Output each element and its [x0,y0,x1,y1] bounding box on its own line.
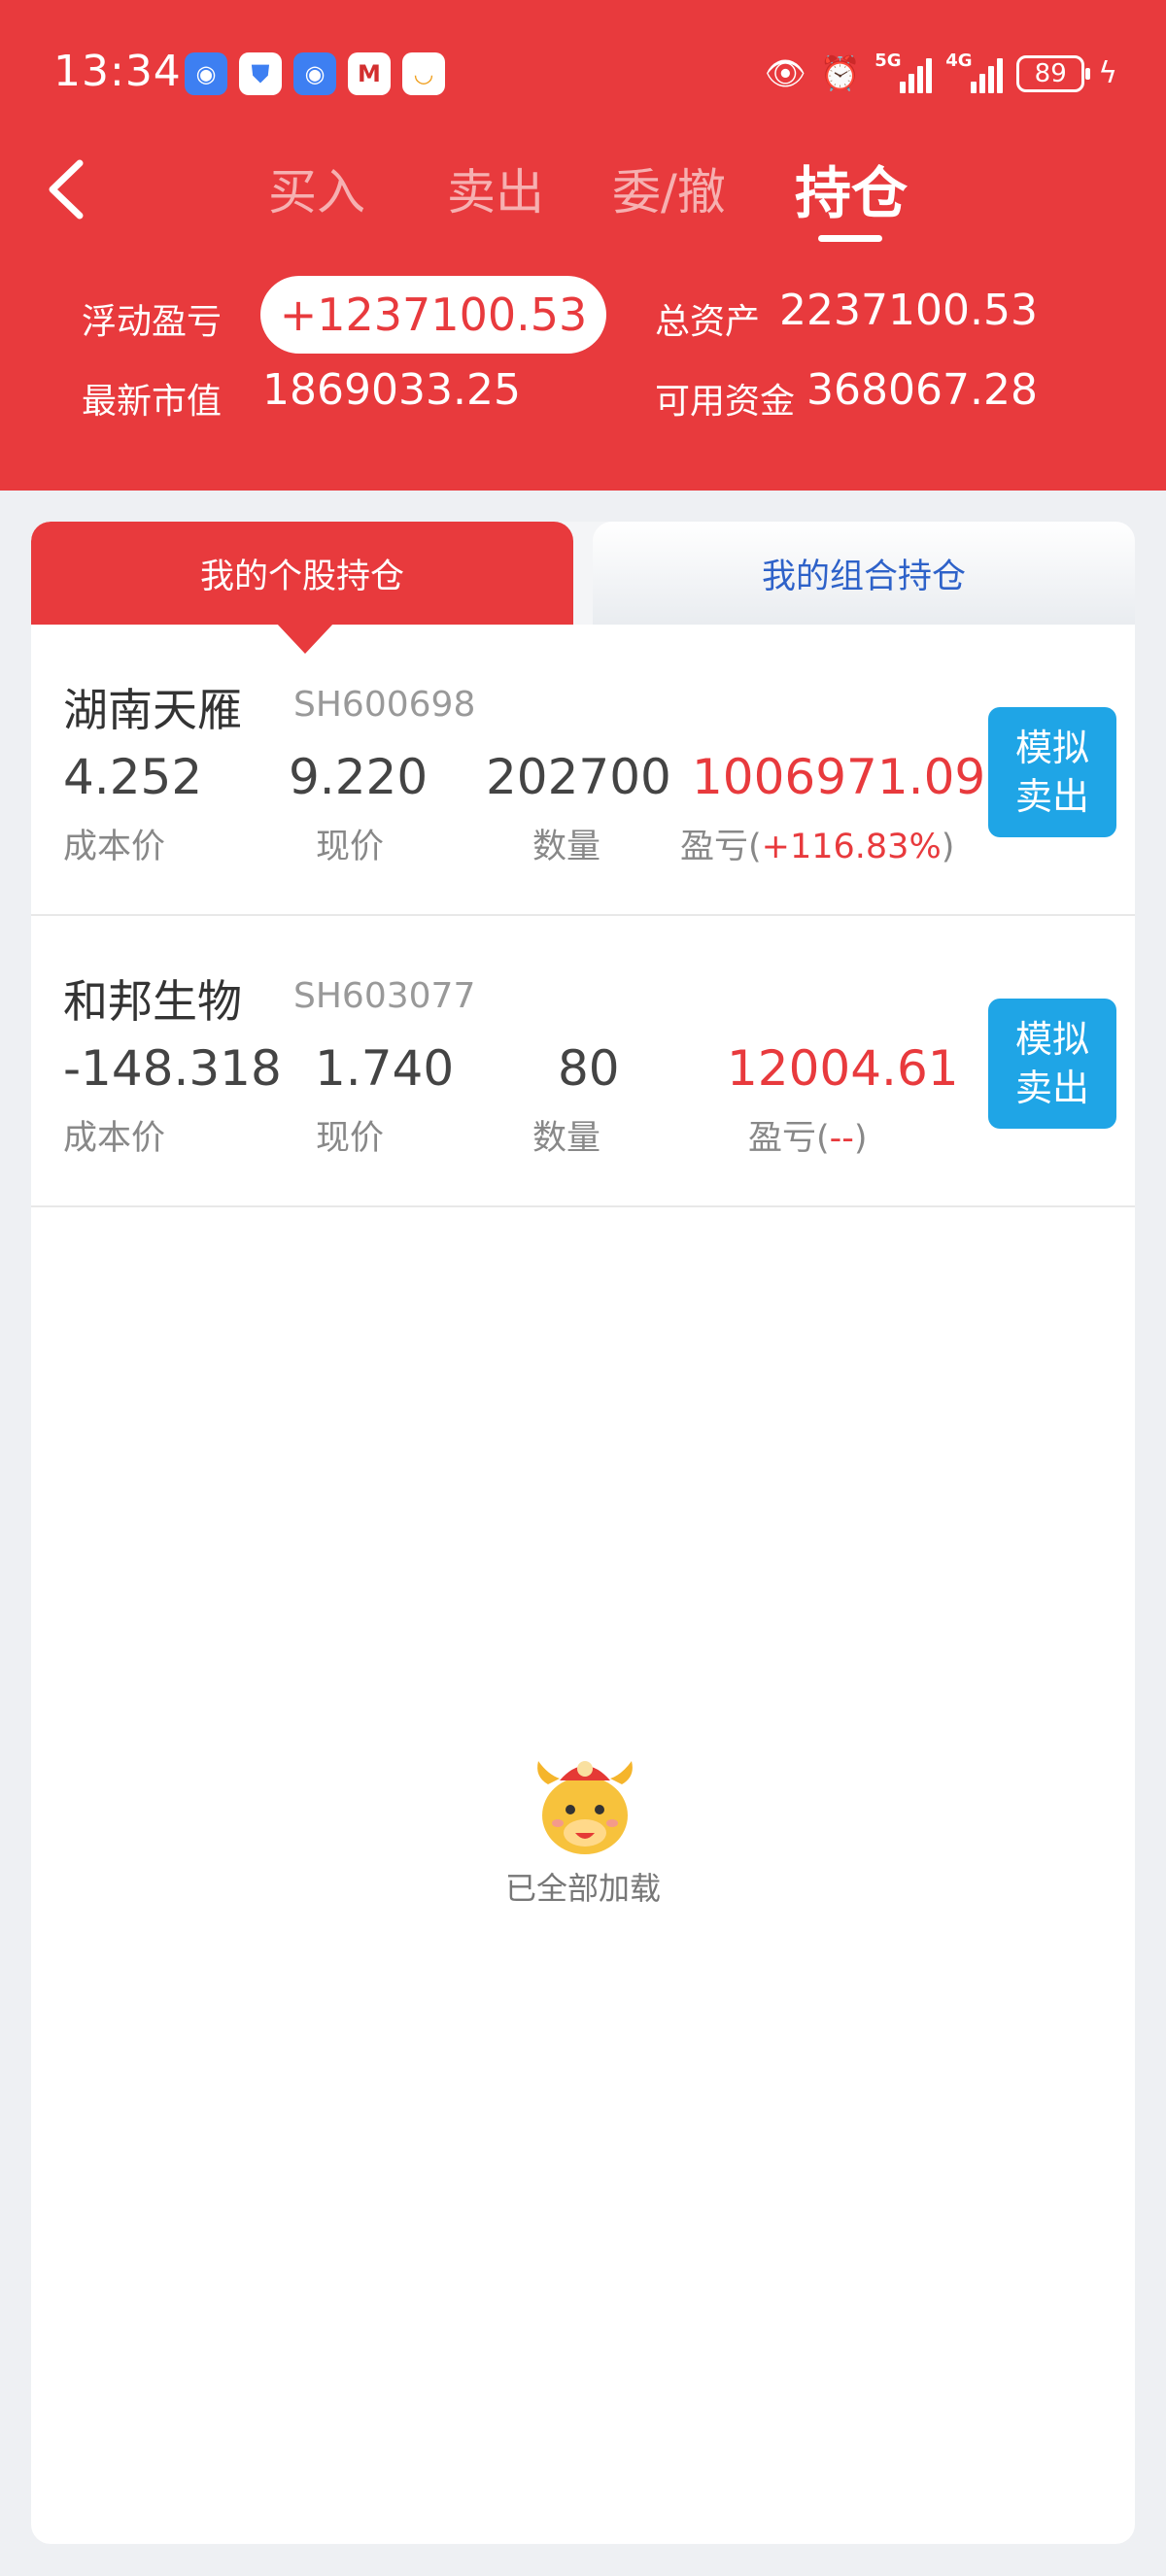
all-loaded-text: 已全部加载 [504,1870,661,1907]
simulated-sell-button[interactable]: 模拟 卖出 [988,707,1116,837]
app-header: 13:34 ◉ ⛊ ◉ M ◡ 👁 ⏰ 5G 4G 89 ϟ 买入 卖出 委/撤… [0,0,1166,491]
floating-pnl-label: 浮动盈亏 [82,302,223,342]
quantity-label: 数量 [532,1119,601,1158]
pnl-label-prefix: 盈亏( [748,1119,830,1158]
cost-price-label: 成本价 [63,1119,166,1158]
pnl-label-prefix: 盈亏( [680,828,762,866]
bull-mascot-icon [537,1761,633,1854]
system-icons: 👁 ⏰ 5G 4G 89 ϟ [764,51,1117,95]
tab-holdings[interactable]: 持仓 [795,148,908,229]
signal-5g-tag: 5G [874,51,902,71]
cost-price-value: -148.318 [63,1040,282,1097]
signal-4g-icon: 4G [945,51,1004,93]
floating-pnl-value: +1237100.53 [260,276,606,354]
stock-code: SH603077 [293,976,476,1016]
notification-icons: ◉ ⛊ ◉ M ◡ [185,52,445,95]
current-price-label: 现价 [316,828,385,866]
signal-5g-icon: 5G [874,51,933,93]
shield-icon: ⛊ [239,52,282,95]
signal-4g-tag: 4G [945,51,973,71]
pnl-label-suffix: ) [941,828,955,866]
tab-orders[interactable]: 委/撤 [612,153,726,223]
market-value-value: 1869033.25 [262,365,521,415]
alarm-icon: ⏰ [819,54,862,93]
sell-label-line1: 模拟 [1014,727,1089,769]
tab-buy[interactable]: 买入 [268,153,365,223]
charging-icon: ϟ [1098,56,1117,90]
pnl-value: 12004.61 [727,1040,959,1097]
market-value-label: 最新市值 [82,382,223,422]
sell-label-line2: 卖出 [1014,775,1089,818]
holdings-panel: 我的个股持仓 我的组合持仓 湖南天雁 SH600698 4.252 9.220 … [31,522,1135,2544]
battery-icon: 89 [1016,55,1091,92]
tab-my-stock-holdings[interactable]: 我的个股持仓 [31,522,573,625]
stock-code: SH600698 [293,685,476,725]
simulated-sell-button[interactable]: 模拟 卖出 [988,999,1116,1129]
total-assets-value: 2237100.53 [779,286,1038,335]
current-price-value: 1.740 [315,1040,455,1097]
current-price-label: 现价 [316,1119,385,1158]
app-notification-icon: ◉ [185,52,227,95]
tab-sell[interactable]: 卖出 [447,153,544,223]
status-bar: 13:34 ◉ ⛊ ◉ M ◡ 👁 ⏰ 5G 4G 89 ϟ [0,0,1166,146]
bank-logo-icon: M [348,52,391,95]
pnl-percent: +116.83% [761,828,942,866]
holding-row[interactable]: 和邦生物 SH603077 -148.318 1.740 80 12004.61… [31,916,1135,1207]
quantity-value: 202700 [486,749,671,805]
pnl-label: 盈亏(--) [748,1110,868,1160]
available-funds-label: 可用资金 [655,382,796,422]
cost-price-value: 4.252 [63,749,203,805]
tab-my-portfolio-holdings[interactable]: 我的组合持仓 [593,522,1135,625]
quantity-label: 数量 [532,828,601,866]
status-time: 13:34 [53,47,182,96]
stock-name: 湖南天雁 [63,684,242,736]
shopping-app-icon: ◡ [402,52,445,95]
current-price-value: 9.220 [289,749,429,805]
active-tab-indicator [818,235,882,242]
trade-tabs: 买入 卖出 委/撤 持仓 [0,146,1166,243]
pnl-label-suffix: ) [853,1119,868,1158]
eye-icon: 👁 [764,54,806,93]
quantity-value: 80 [558,1040,620,1097]
total-assets-label: 总资产 [655,302,761,342]
holding-row[interactable]: 湖南天雁 SH600698 4.252 9.220 202700 1006971… [31,625,1135,916]
available-funds-value: 368067.28 [806,365,1038,415]
sell-label-line2: 卖出 [1014,1067,1089,1109]
cost-price-label: 成本价 [63,828,166,866]
pnl-value: 1006971.09 [692,749,986,805]
stock-name: 和邦生物 [63,975,242,1028]
pnl-label: 盈亏(+116.83%) [680,819,954,868]
sell-label-line1: 模拟 [1014,1018,1089,1061]
pnl-percent: -- [829,1119,854,1158]
app-notification-icon: ◉ [293,52,336,95]
